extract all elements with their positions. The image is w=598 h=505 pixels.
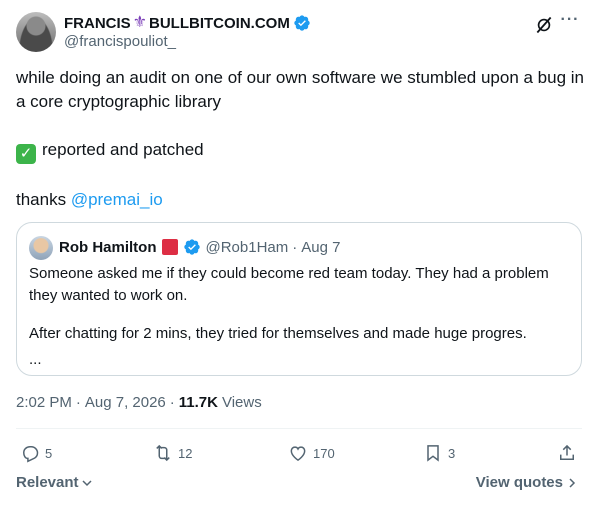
quoted-ellipsis: ... — [29, 351, 42, 368]
quoted-tweet-text: Someone asked me if they could become re… — [29, 263, 569, 371]
views-label: Views — [221, 393, 262, 411]
heart-icon — [290, 446, 306, 461]
chevron-right-icon — [569, 477, 576, 488]
sort-dropdown[interactable]: Relevant — [16, 474, 93, 491]
views-count: 11.7K — [178, 393, 218, 411]
tweet-date[interactable]: Aug 7, 2026 — [85, 394, 166, 411]
verified-badge-icon — [183, 239, 200, 255]
action-bar: 5 12 170 3 — [16, 440, 582, 466]
share-button[interactable] — [557, 440, 577, 466]
quoted-author-avatar — [29, 236, 53, 260]
red-square-icon — [161, 239, 178, 255]
bookmark-button[interactable]: 3 — [423, 440, 455, 466]
mention-link[interactable]: @premai_io — [71, 190, 163, 209]
bookmark-icon — [427, 445, 439, 462]
quoted-tweet-date: Aug 7 — [301, 238, 341, 256]
tweet-header: FRANCIS ⚜ BULLBITCOIN.COM @francispoulio… — [16, 12, 582, 54]
separator-dot: · — [169, 393, 175, 411]
tweet-line-1: while doing an audit on one of our own s… — [16, 68, 584, 111]
repost-icon — [156, 444, 170, 462]
tweet-time[interactable]: 2:02 PM — [16, 394, 72, 411]
reply-icon — [22, 446, 39, 463]
tweet-line-2: ✓ reported and patched — [16, 138, 586, 164]
quoted-tweet[interactable]: Rob Hamilton @Rob1Ham · Aug 7 Someone as… — [16, 222, 582, 376]
view-quotes-link[interactable]: View quotes — [476, 474, 578, 491]
quoted-para-2: After chatting for 2 mins, they tried fo… — [29, 325, 527, 342]
author-name-row[interactable]: FRANCIS ⚜ BULLBITCOIN.COM — [64, 13, 311, 33]
tweet-text: while doing an audit on one of our own s… — [16, 66, 586, 212]
tweet-line-2-text: reported and patched — [42, 140, 204, 159]
verified-badge-icon — [294, 15, 310, 31]
divider — [16, 428, 582, 429]
author-handle[interactable]: @francispouliot_ — [64, 33, 176, 50]
replies-footer: Relevant View quotes — [16, 474, 582, 496]
tweet-line-3: thanks @premai_io — [16, 188, 586, 212]
share-icon — [560, 444, 574, 460]
quoted-author-handle: @Rob1Ham — [205, 238, 289, 256]
chevron-down-icon — [82, 479, 92, 486]
quoted-tweet-header: Rob Hamilton @Rob1Ham · Aug 7 — [59, 237, 340, 257]
quoted-author-name: Rob Hamilton — [59, 238, 157, 256]
more-options-icon[interactable]: ··· — [560, 12, 580, 33]
author-display-name-part2[interactable]: BULLBITCOIN.COM — [149, 15, 290, 32]
sort-label: Relevant — [16, 474, 79, 491]
separator-dot: · — [292, 238, 298, 256]
author-avatar[interactable] — [16, 12, 56, 52]
author-display-name-part1[interactable]: FRANCIS — [64, 15, 131, 32]
repost-count: 12 — [178, 445, 193, 461]
quoted-para-1: Someone asked me if they could become re… — [29, 265, 549, 304]
like-count: 170 — [313, 445, 335, 461]
tweet-line-3-prefix: thanks — [16, 190, 71, 209]
grok-icon[interactable] — [534, 15, 554, 35]
separator-dot: · — [75, 393, 81, 411]
reply-count: 5 — [45, 445, 53, 461]
like-button[interactable]: 170 — [288, 440, 335, 466]
tweet-meta: 2:02 PM · Aug 7, 2026 · 11.7K Views — [16, 392, 262, 412]
check-mark-icon: ✓ — [16, 144, 36, 164]
view-quotes-label: View quotes — [475, 474, 563, 491]
reply-button[interactable]: 5 — [20, 440, 52, 466]
bookmark-count: 3 — [448, 445, 456, 461]
fleur-de-lis-icon: ⚜ — [132, 14, 148, 31]
repost-button[interactable]: 12 — [153, 440, 192, 466]
